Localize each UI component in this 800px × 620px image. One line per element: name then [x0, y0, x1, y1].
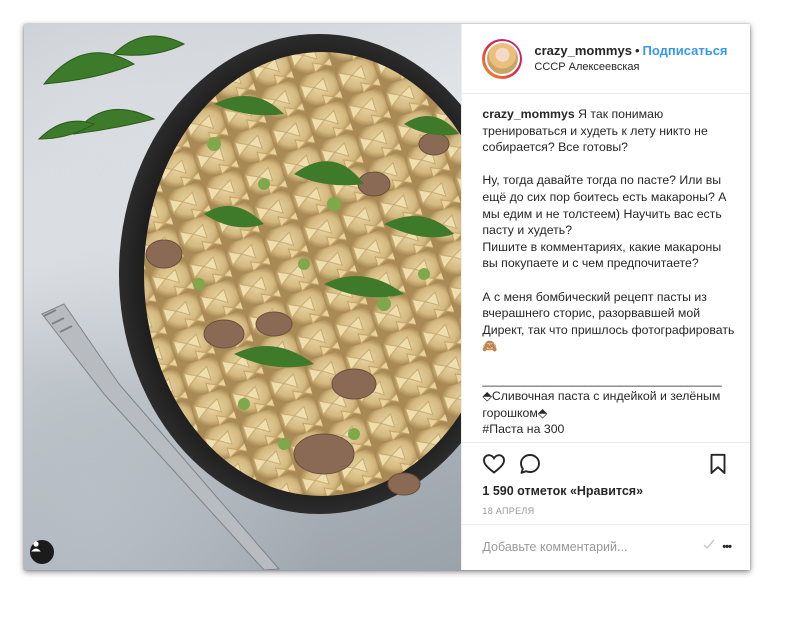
post-photo[interactable]	[24, 24, 462, 570]
header-info: crazy_mommys • Подписаться СССР Алексеевск…	[534, 43, 727, 75]
pasta-dish-illustration	[37, 34, 462, 570]
spellcheck-icon	[703, 539, 715, 550]
avatar[interactable]	[482, 38, 523, 79]
header-line: crazy_mommys • Подписаться	[534, 43, 727, 59]
comment-input[interactable]	[482, 540, 683, 554]
header-separator: •	[634, 42, 640, 58]
caption-username[interactable]: crazy_mommys	[482, 107, 574, 121]
more-dots-icon[interactable]: •••	[722, 537, 742, 557]
post-caption: crazy_mommys Я так понимаю тренироваться…	[482, 106, 734, 436]
action-bar	[462, 442, 751, 485]
caption-text: Я так понимаю тренироваться и худеть к л…	[482, 107, 735, 436]
action-icons	[462, 443, 750, 485]
post-date: 18 апреля	[482, 506, 535, 516]
user-tag-icon-glyph	[31, 541, 41, 552]
heart-icon[interactable]	[482, 452, 506, 476]
bookmark-icon[interactable]	[706, 452, 730, 476]
follow-button[interactable]: Подписаться	[643, 43, 728, 58]
likes-count[interactable]: 1 590 отметок «Нравится»	[482, 484, 643, 498]
comment-box: •••	[462, 524, 751, 570]
user-tag-icon[interactable]	[30, 540, 54, 564]
post-side-panel: crazy_mommys • Подписаться СССР Алексеевск…	[461, 24, 751, 570]
username-link[interactable]: crazy_mommys	[534, 43, 632, 58]
avatar-photo	[484, 41, 520, 76]
speech-bubble-icon[interactable]	[518, 452, 542, 476]
post-header: crazy_mommys • Подписаться СССР Алексеевск…	[462, 24, 750, 94]
instagram-post-card: crazy_mommys • Подписаться СССР Алексеевск…	[24, 24, 751, 570]
location-link[interactable]: СССР Алексеевская	[534, 60, 727, 75]
